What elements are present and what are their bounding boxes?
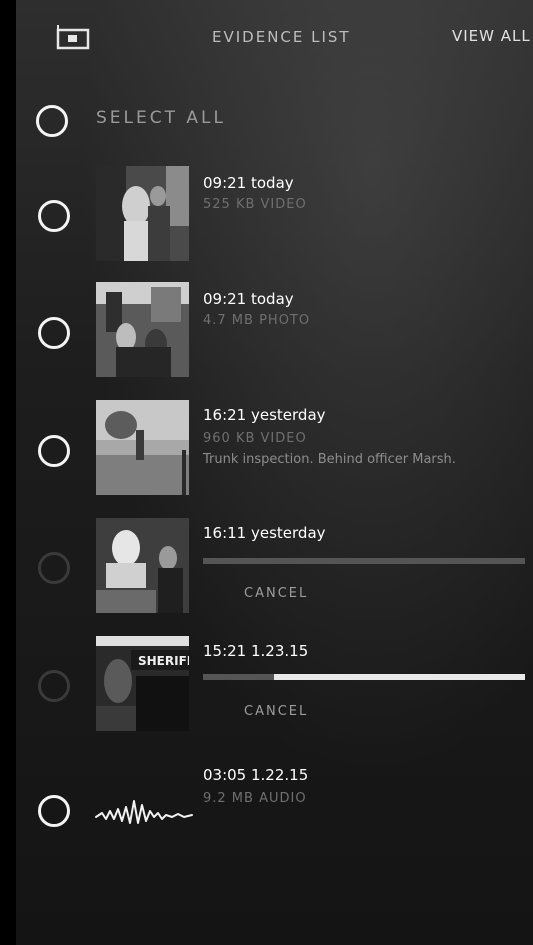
video-thumbnail[interactable] <box>96 166 189 261</box>
item-title: 16:11 yesterday <box>203 524 326 542</box>
item-title: 16:21 yesterday <box>203 406 326 424</box>
list-item[interactable]: 09:21 today 525 KB VIDEO <box>16 166 533 266</box>
item-title: 09:21 today <box>203 174 294 192</box>
upload-progress-bar <box>203 558 525 564</box>
upload-progress-bar <box>203 674 525 680</box>
screen-edge <box>0 0 16 945</box>
cancel-upload-button[interactable]: CANCEL <box>244 704 308 719</box>
list-item[interactable]: 09:21 today 4.7 MB PHOTO <box>16 282 533 382</box>
select-all-row[interactable]: SELECT ALL <box>36 100 336 140</box>
photo-thumbnail[interactable] <box>96 282 189 377</box>
video-thumbnail[interactable]: SHERIFF <box>96 636 189 731</box>
item-checkbox[interactable] <box>38 200 70 232</box>
list-item[interactable]: 03:05 1.22.15 9.2 MB AUDIO <box>16 760 533 860</box>
list-item[interactable]: 16:11 yesterday CANCEL <box>16 518 533 618</box>
select-all-label: SELECT ALL <box>96 108 226 128</box>
list-item[interactable]: SHERIFF 15:21 1.23.15 CANCEL <box>16 636 533 736</box>
evidence-list-screen: EVIDENCE LIST VIEW ALL SELECT ALL 09:21 … <box>0 0 533 945</box>
item-meta: 4.7 MB PHOTO <box>203 313 311 328</box>
item-note: Trunk inspection. Behind officer Marsh. <box>203 452 456 467</box>
view-all-button[interactable]: VIEW ALL <box>452 27 531 45</box>
item-meta: 525 KB VIDEO <box>203 197 307 212</box>
item-checkbox[interactable] <box>38 435 70 467</box>
select-all-checkbox[interactable] <box>36 105 68 137</box>
item-checkbox[interactable] <box>38 795 70 827</box>
item-title: 03:05 1.22.15 <box>203 766 309 784</box>
list-item[interactable]: 16:21 yesterday 960 KB VIDEO Trunk inspe… <box>16 400 533 500</box>
waveform-icon <box>94 797 194 827</box>
item-checkbox <box>38 552 70 584</box>
item-meta: 960 KB VIDEO <box>203 431 307 446</box>
page-title: EVIDENCE LIST <box>212 28 351 46</box>
item-title: 15:21 1.23.15 <box>203 642 309 660</box>
item-title: 09:21 today <box>203 290 294 308</box>
cancel-upload-button[interactable]: CANCEL <box>244 586 308 601</box>
upload-progress-fill <box>273 674 525 680</box>
header: EVIDENCE LIST VIEW ALL <box>16 0 533 80</box>
svg-text:SHERIFF: SHERIFF <box>138 654 189 668</box>
item-checkbox[interactable] <box>38 317 70 349</box>
video-thumbnail[interactable] <box>96 400 189 495</box>
video-thumbnail[interactable] <box>96 518 189 613</box>
item-meta: 9.2 MB AUDIO <box>203 791 307 806</box>
camera-icon[interactable] <box>54 24 94 52</box>
item-checkbox <box>38 670 70 702</box>
